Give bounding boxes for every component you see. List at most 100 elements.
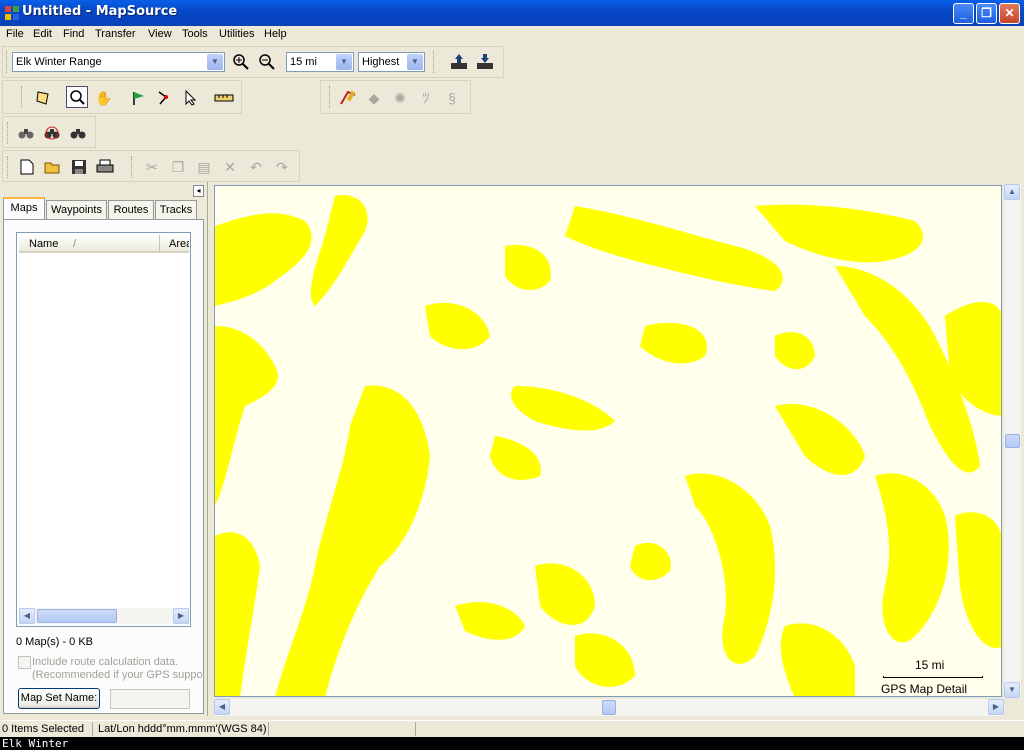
scroll-thumb[interactable]: [37, 609, 117, 623]
menu-help[interactable]: Help: [264, 28, 287, 40]
save-disk-icon[interactable]: [68, 156, 90, 178]
menu-utilities[interactable]: Utilities: [219, 28, 254, 40]
map-canvas[interactable]: 15 mi GPS Map Detail: [214, 185, 1002, 697]
menu-transfer[interactable]: Transfer: [95, 28, 136, 40]
map-set-name-button[interactable]: Map Set Name:: [18, 688, 100, 709]
column-divider[interactable]: [159, 235, 160, 251]
scroll-left-icon[interactable]: ◀: [19, 608, 35, 624]
toolbar-grip[interactable]: [131, 156, 134, 178]
status-separator: [268, 722, 269, 736]
map-toolbar: Elk Winter Range ▼ 15 mi ▼ Highest ▼: [2, 46, 504, 78]
map-vertical-scrollbar[interactable]: ▲ ▼: [1004, 184, 1021, 698]
toolbar-grip[interactable]: [6, 51, 9, 73]
send-to-device-icon[interactable]: [448, 51, 470, 73]
find-nearest-icon[interactable]: [41, 122, 63, 144]
collapse-panel-icon[interactable]: ◂: [193, 185, 204, 197]
binoculars-icon[interactable]: [15, 122, 37, 144]
tools-toolbar: ✋: [2, 80, 242, 114]
waypoint-flag-icon[interactable]: [128, 87, 150, 109]
scroll-thumb[interactable]: [602, 700, 616, 715]
new-document-icon[interactable]: [16, 156, 38, 178]
toolbar-grip[interactable]: [433, 51, 436, 73]
scroll-up-icon[interactable]: ▲: [1004, 184, 1020, 200]
menu-bar: File Edit Find Transfer View Tools Utili…: [0, 26, 1024, 44]
scale-label: 15 mi: [915, 658, 945, 672]
map-set-name-input[interactable]: [110, 689, 190, 709]
zoom-in-icon[interactable]: [230, 51, 252, 73]
map-product-select[interactable]: Elk Winter Range ▼: [12, 52, 225, 72]
menu-find[interactable]: Find: [63, 28, 84, 40]
tab-page-maps: Name / Area ◀ ▶ 0 Map(s) - 0 KB Include …: [3, 219, 204, 714]
zoom-scale-value: 15 mi: [290, 56, 317, 68]
undo-icon[interactable]: ↶: [245, 156, 267, 178]
route-tool-icon[interactable]: [154, 87, 176, 109]
left-panel: ◂ Maps Waypoints Routes Tracks Name / Ar…: [0, 182, 208, 716]
tab-tracks[interactable]: Tracks: [155, 200, 197, 220]
map-horizontal-scrollbar[interactable]: ◀ ▶: [214, 699, 1004, 716]
status-separator: [415, 722, 416, 736]
status-separator: [92, 722, 93, 736]
mapsource-app-icon: [5, 6, 19, 20]
copy-icon[interactable]: ❐: [167, 156, 189, 178]
map-tool-icon[interactable]: [32, 87, 54, 109]
hand-pan-icon[interactable]: ✋: [93, 87, 115, 109]
column-area[interactable]: Area: [169, 238, 189, 250]
toolbar-grip[interactable]: [7, 122, 10, 144]
menu-tools[interactable]: Tools: [182, 28, 208, 40]
detail-level-select[interactable]: Highest ▼: [358, 52, 425, 72]
column-name[interactable]: Name: [29, 238, 58, 250]
status-position-format: Lat/Lon hddd°mm.mmm'(WGS 84): [98, 723, 267, 735]
maximize-button[interactable]: ❐: [976, 3, 997, 24]
zoom-out-icon[interactable]: [256, 51, 278, 73]
status-bar: 0 Items Selected Lat/Lon hddd°mm.mmm'(WG…: [0, 720, 1024, 736]
selection-arrow-icon[interactable]: [180, 87, 202, 109]
eraser-icon[interactable]: ◆: [363, 87, 385, 109]
track-toolbar: ◆ ✺ ﾂ §: [320, 80, 471, 114]
scroll-right-icon[interactable]: ▶: [988, 699, 1004, 715]
tab-routes[interactable]: Routes: [108, 200, 154, 220]
paste-icon[interactable]: ▤: [193, 156, 215, 178]
scroll-left-icon[interactable]: ◀: [214, 699, 230, 715]
chevron-down-icon[interactable]: ▼: [336, 54, 352, 70]
find-places-icon[interactable]: [67, 122, 89, 144]
divide-track-icon[interactable]: ✺: [389, 87, 411, 109]
toolbar-grip[interactable]: [21, 86, 24, 108]
connect-track-icon[interactable]: ﾂ: [415, 87, 437, 109]
distance-ruler-icon[interactable]: [213, 87, 235, 109]
menu-file[interactable]: File: [6, 28, 24, 40]
tab-waypoints[interactable]: Waypoints: [46, 200, 107, 220]
scroll-down-icon[interactable]: ▼: [1004, 682, 1020, 698]
print-icon[interactable]: [94, 156, 116, 178]
minimize-button[interactable]: _: [953, 3, 974, 24]
chevron-down-icon[interactable]: ▼: [407, 54, 423, 70]
open-folder-icon[interactable]: [42, 156, 64, 178]
find-toolbar: [2, 116, 96, 148]
menu-edit[interactable]: Edit: [33, 28, 52, 40]
track-draw-icon[interactable]: [337, 87, 359, 109]
include-route-checkbox[interactable]: [18, 656, 31, 669]
window-title: Untitled - MapSource: [22, 4, 178, 19]
zoom-scale-select[interactable]: 15 mi ▼: [286, 52, 354, 72]
cut-scissors-icon[interactable]: ✂: [141, 156, 163, 178]
list-horizontal-scrollbar[interactable]: ◀ ▶: [19, 608, 189, 624]
toolbar-grip[interactable]: [7, 156, 10, 178]
redo-icon[interactable]: ↷: [271, 156, 293, 178]
maps-list[interactable]: Name / Area ◀ ▶: [16, 232, 191, 627]
tab-maps[interactable]: Maps: [3, 197, 45, 219]
detail-level-value: Highest: [362, 56, 400, 68]
status-selection: 0 Items Selected: [2, 723, 84, 735]
map-view: 15 mi GPS Map Detail ▲ ▼ ◀ ▶: [211, 182, 1024, 716]
zoom-tool-icon[interactable]: [66, 86, 88, 108]
toolbar-grip[interactable]: [329, 86, 332, 108]
gps-map-detail-label: GPS Map Detail: [881, 682, 968, 696]
join-track-icon[interactable]: §: [441, 87, 463, 109]
chevron-down-icon[interactable]: ▼: [207, 54, 223, 70]
menu-view[interactable]: View: [148, 28, 172, 40]
receive-from-device-icon[interactable]: [474, 51, 496, 73]
scale-line: [883, 676, 983, 678]
delete-x-icon[interactable]: ✕: [219, 156, 241, 178]
close-button[interactable]: ✕: [999, 3, 1020, 24]
map-product-value: Elk Winter Range: [16, 56, 102, 68]
scroll-thumb[interactable]: [1005, 434, 1020, 448]
scroll-right-icon[interactable]: ▶: [173, 608, 189, 624]
